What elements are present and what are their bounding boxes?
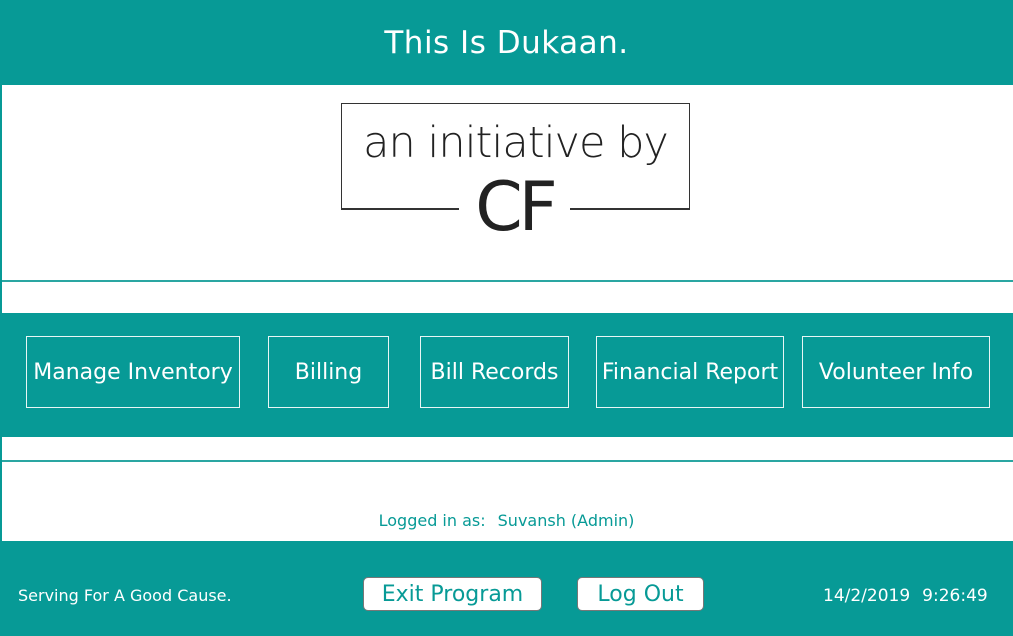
datetime-display: 14/2/2019 9:26:49 <box>823 586 988 606</box>
financial-report-button[interactable]: Financial Report <box>596 336 784 408</box>
app-title: This Is Dukaan. <box>384 24 629 61</box>
volunteer-info-button[interactable]: Volunteer Info <box>802 336 990 408</box>
logo-tagline: an initiative by <box>363 118 669 168</box>
logo-mark: CF <box>475 168 558 247</box>
logo-frame-bottom-right <box>570 208 690 210</box>
app-header: This Is Dukaan. <box>0 0 1013 85</box>
current-time: 9:26:49 <box>922 586 988 606</box>
logged-in-status: Logged in as: Suvansh (Admin) <box>0 511 1013 530</box>
logo-frame-bottom-left <box>341 208 459 210</box>
logged-in-user: Suvansh (Admin) <box>497 511 635 530</box>
billing-button[interactable]: Billing <box>268 336 389 408</box>
footer-tagline: Serving For A Good Cause. <box>18 586 232 605</box>
top-divider <box>2 280 1013 282</box>
manage-inventory-button[interactable]: Manage Inventory <box>26 336 240 408</box>
log-out-button[interactable]: Log Out <box>577 577 704 611</box>
exit-program-button[interactable]: Exit Program <box>363 577 542 611</box>
bottom-divider <box>2 460 1013 462</box>
current-date: 14/2/2019 <box>823 586 911 606</box>
bill-records-button[interactable]: Bill Records <box>420 336 569 408</box>
logged-in-label: Logged in as: <box>378 511 486 530</box>
